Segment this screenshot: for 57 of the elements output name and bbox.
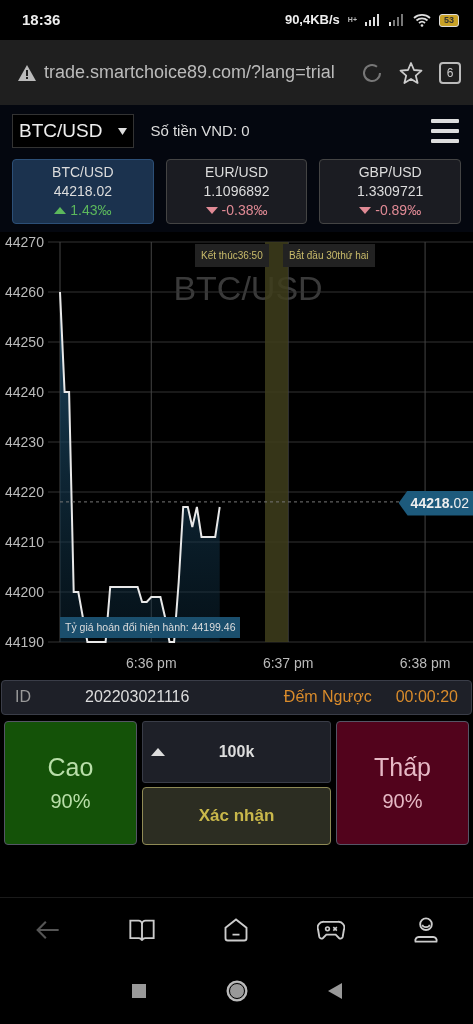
chart-watermark: BTC/USD	[173, 268, 323, 307]
y-axis-label: 44200	[5, 583, 44, 600]
network-speed: 90,4KB/s	[284, 11, 340, 30]
id-label: ID	[15, 687, 32, 708]
pair-name: EUR/USD	[204, 163, 269, 182]
y-axis-label: 44210	[5, 533, 44, 550]
signal-icon	[365, 14, 381, 26]
currency-pair-card[interactable]: BTC/USD 44218.02 1.43‰	[12, 159, 154, 224]
countdown-timer: 00:00:20	[395, 687, 458, 708]
y-axis-label: 44190	[5, 633, 44, 650]
y-axis-label: 44220	[5, 483, 44, 500]
up-arrow-icon	[151, 747, 165, 756]
pair-price: 1.3309721	[356, 181, 425, 201]
x-axis-label: 6:38 pm	[399, 654, 451, 671]
status-time: 18:36	[22, 9, 61, 30]
y-axis-label: 44250	[5, 333, 44, 350]
caret-icon	[118, 127, 128, 135]
currency-pair-card[interactable]: GBP/USD 1.3309721 -0.89‰	[319, 159, 461, 224]
pair-change: -0.89‰	[375, 200, 422, 220]
y-axis-label: 44270	[5, 233, 44, 250]
pair-change: -0.38‰	[221, 200, 268, 220]
currency-pair-card[interactable]: EUR/USD 1.1096892 -0.38‰	[165, 159, 308, 224]
star-icon[interactable]	[399, 60, 423, 85]
pair-select[interactable]: BTC/USD	[12, 113, 135, 149]
pair-change: 1.43‰	[70, 200, 112, 220]
tab-count-button[interactable]: 6	[439, 61, 461, 84]
x-axis-label: 6:37 pm	[262, 654, 314, 671]
low-button[interactable]: Thấp 90%	[336, 720, 469, 845]
y-axis-label: 44260	[5, 283, 44, 300]
back-icon[interactable]	[327, 982, 342, 999]
current-price-tag: 44218.02	[398, 490, 473, 516]
y-axis-label: 44240	[5, 383, 44, 400]
session-marker-label: Kết thúc36:50	[195, 243, 269, 267]
signal-icon	[389, 14, 405, 26]
reload-icon[interactable]	[361, 61, 383, 84]
warning-icon	[18, 64, 36, 81]
recent-apps-icon[interactable]	[131, 983, 146, 998]
battery-icon: 53	[439, 13, 459, 27]
wifi-icon	[413, 13, 431, 27]
pair-price: 1.1096892	[202, 181, 271, 201]
exchange-rate-label: Tỷ giá hoán đổi hiện hành: 44199.46	[60, 616, 241, 638]
confirm-button[interactable]: Xác nhận	[142, 786, 331, 845]
pair-name: GBP/USD	[357, 163, 423, 182]
balance-text: Số tiền VND: 0	[150, 120, 250, 141]
home-icon[interactable]	[225, 979, 248, 1002]
menu-icon[interactable]	[431, 119, 459, 143]
session-marker-label: Bắt đầu 30thứ hai	[283, 243, 375, 267]
pair-price: 44218.02	[52, 181, 114, 201]
countdown-label: Đếm Ngược	[283, 687, 372, 708]
high-button[interactable]: Cao 90%	[4, 720, 137, 845]
y-axis-label: 44230	[5, 433, 44, 450]
profile-icon[interactable]	[411, 916, 440, 945]
pair-name: BTC/USD	[51, 163, 115, 182]
amount-field[interactable]: 100k	[142, 720, 331, 783]
x-axis-label: 6:36 pm	[125, 654, 177, 671]
address-bar[interactable]: trade.smartchoice89.com/?lang=trial	[44, 59, 335, 86]
order-id: 202203021116	[85, 687, 190, 708]
